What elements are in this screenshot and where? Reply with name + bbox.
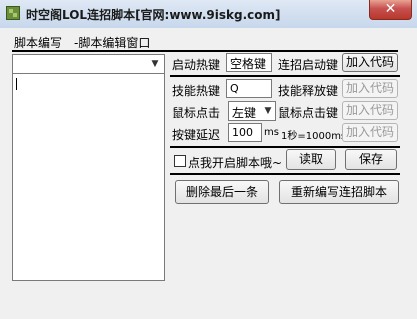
script-editor-combo[interactable]: ▼ (12, 54, 165, 74)
rewrite-script-button[interactable]: 重新编写连招脚本 (279, 180, 399, 204)
start-hotkey-value: 空格键 (230, 57, 267, 71)
key-delay-label: 按键延迟 (172, 128, 221, 142)
skill-hotkey-label: 技能热键 (172, 84, 221, 98)
mouse-button-select-value: 左键 (232, 106, 257, 120)
combo-start-key-label: 连招启动键 (278, 58, 339, 72)
key-delay-unit: ms (264, 127, 279, 138)
mouse-click-add-code-button[interactable]: 加入代码 (342, 101, 398, 120)
mouse-click-key-label: 鼠标点击键 (278, 106, 339, 120)
section-divider-3 (170, 173, 400, 175)
key-delay-note: 1秒=1000ms (281, 131, 347, 142)
mouse-click-label: 鼠标点击 (172, 106, 221, 120)
start-hotkey-input[interactable]: 空格键 (226, 53, 272, 72)
key-delay-add-code-button[interactable]: 加入代码 (342, 123, 398, 142)
title-bar[interactable]: 时空阁LOL连招脚本[官网:www.9iskg.com] ✕ (0, 0, 417, 28)
start-hotkey-label: 启动热键 (172, 58, 221, 72)
app-icon (6, 6, 20, 20)
key-delay-input[interactable]: 100 (228, 123, 262, 142)
close-button[interactable]: ✕ (369, 0, 412, 20)
chevron-down-icon[interactable]: ▼ (148, 57, 162, 71)
enable-script-label[interactable]: 点我开启脚本哦~ (188, 154, 282, 171)
header-divider (12, 50, 398, 52)
script-list[interactable] (12, 73, 165, 281)
skill-hotkey-input[interactable]: Q (226, 79, 272, 98)
section-divider-2 (170, 146, 400, 148)
start-hotkey-add-code-button[interactable]: 加入代码 (342, 53, 398, 72)
section-divider-1 (170, 75, 400, 77)
delete-last-button[interactable]: 删除最后一条 (175, 180, 269, 204)
key-delay-value: 100 (232, 126, 253, 139)
tab-script-editor-window[interactable]: -脚本编辑窗口 (74, 34, 150, 51)
tab-script-writing[interactable]: 脚本编写 (14, 34, 62, 51)
text-cursor (16, 78, 17, 90)
skill-hotkey-add-code-button[interactable]: 加入代码 (342, 79, 398, 98)
read-button[interactable]: 读取 (286, 149, 336, 170)
chevron-down-icon[interactable]: ▼ (262, 104, 274, 118)
skill-release-key-label: 技能释放键 (278, 84, 339, 98)
save-button[interactable]: 保存 (345, 149, 397, 170)
app-window: 时空阁LOL连招脚本[官网:www.9iskg.com] ✕ 脚本编写 -脚本编… (0, 0, 417, 319)
window-title: 时空阁LOL连招脚本[官网:www.9iskg.com] (26, 8, 281, 22)
enable-script-checkbox[interactable] (174, 155, 186, 167)
skill-hotkey-value: Q (230, 82, 239, 95)
mouse-button-select[interactable]: 左键 ▼ (228, 101, 276, 121)
